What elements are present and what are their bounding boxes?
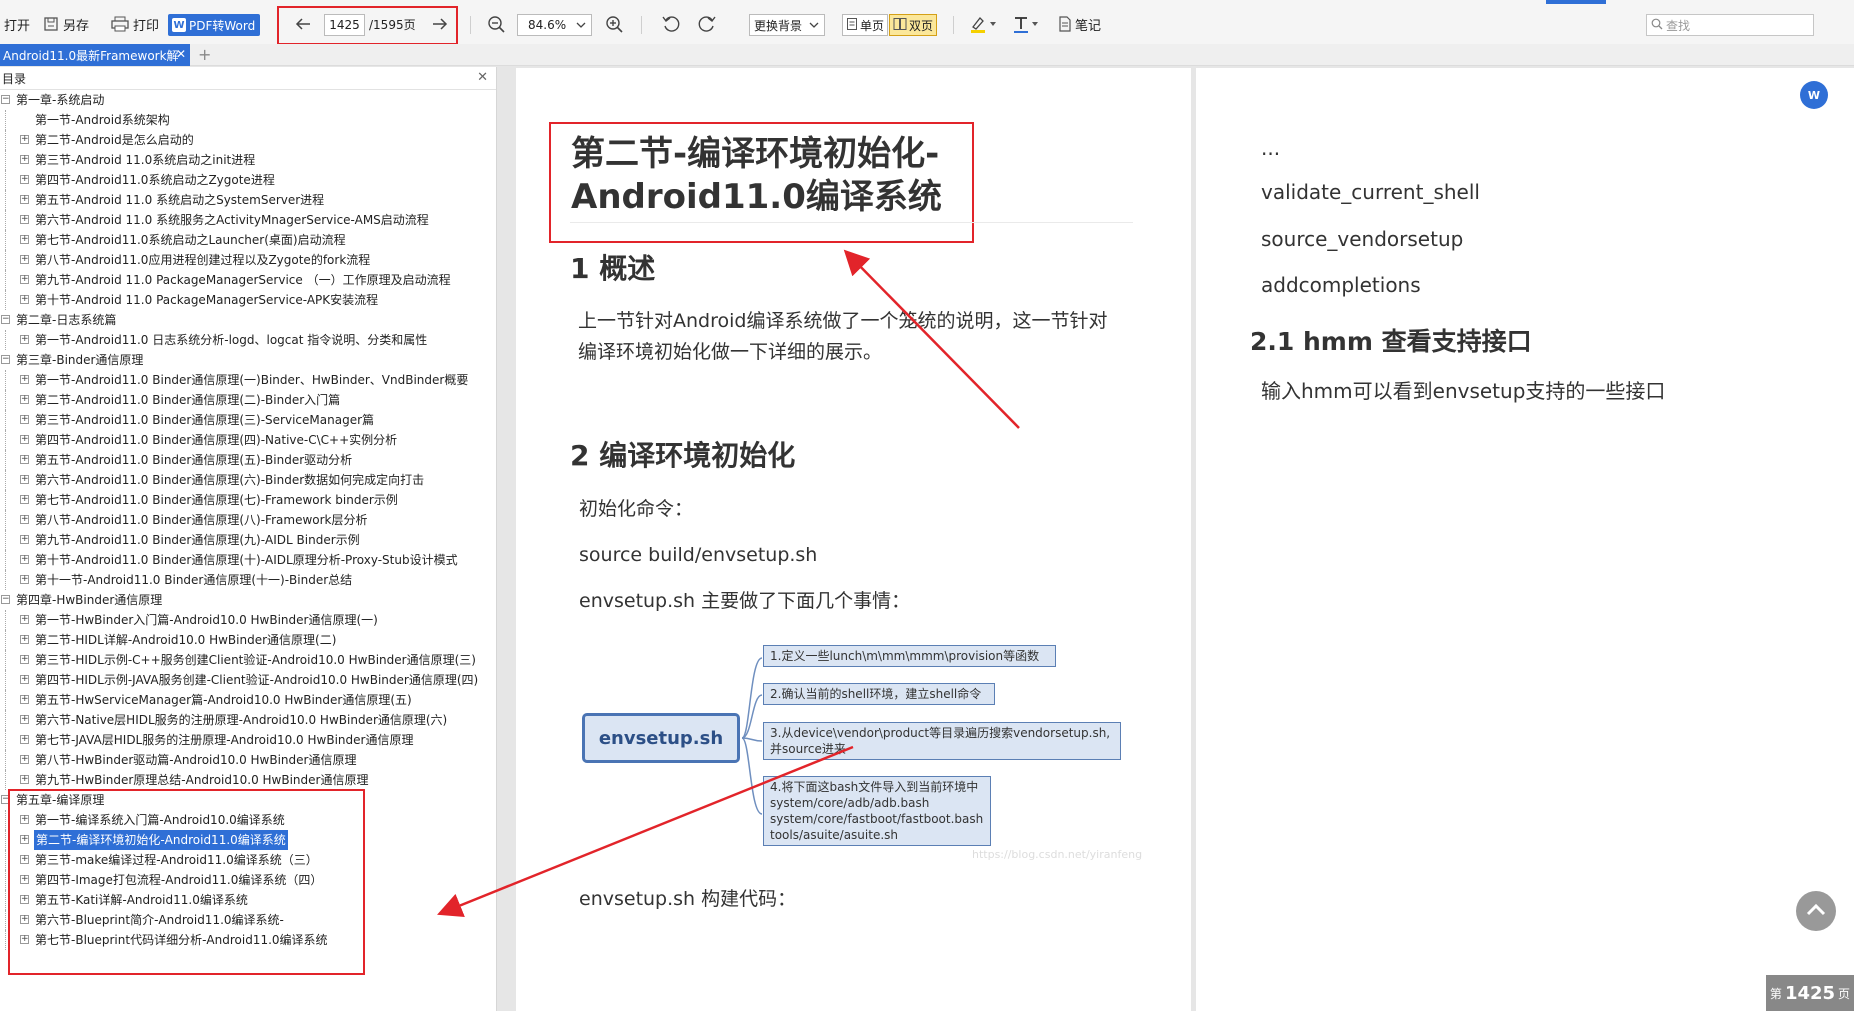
page-indicator-badge: 第 1425 页 [1766, 975, 1854, 1011]
hmm-description: 输入hmm可以看到envsetup支持的一些接口 [1261, 379, 1666, 403]
code-line: ... [1261, 136, 1281, 160]
mindmap-root: envsetup.sh [582, 713, 740, 763]
page-badge-suffix: 页 [1838, 986, 1851, 1001]
code-line: addcompletions [1261, 273, 1421, 297]
mindmap-node: 4.将下面这bash文件导入到当前环境中 system/core/adb/adb… [763, 776, 991, 846]
mindmap-node-line: 3.从device\vendor\product等目录遍历搜索vendorset… [770, 726, 1111, 740]
heading-hmm: 2.1 hmm 查看支持接口 [1250, 327, 1532, 356]
mindmap-node-line: system/core/adb/adb.bash [770, 796, 930, 810]
build-code-label: envsetup.sh 构建代码： [579, 888, 797, 910]
mindmap-node-line: 4.将下面这bash文件导入到当前环境中 [770, 780, 979, 794]
mindmap-node: 1.定义一些lunch\m\mm\mmm\provision等函数 [763, 645, 1056, 667]
mindmap-node: 2.确认当前的shell环境，建立shell命令 [763, 683, 995, 705]
chevron-up-icon [1805, 902, 1827, 921]
mindmap-node: 3.从device\vendor\product等目录遍历搜索vendorset… [763, 722, 1121, 760]
image-watermark: https://blog.csdn.net/yiranfeng [972, 848, 1143, 861]
mindmap-node-line: system/core/fastboot/fastboot.bash [770, 812, 984, 826]
word-convert-float-icon[interactable]: W [1800, 81, 1828, 109]
page-badge-number: 1425 [1784, 982, 1836, 1004]
scroll-to-top-button[interactable] [1796, 891, 1836, 931]
mindmap-node-line: 并source进来 [770, 742, 846, 756]
mindmap-connectors [741, 657, 763, 815]
mindmap-node-line: tools/asuite/asuite.sh [770, 828, 898, 842]
code-line: source_vendorsetup [1261, 227, 1464, 251]
code-line: validate_current_shell [1261, 180, 1480, 204]
page-badge-prefix: 第 [1769, 986, 1782, 1001]
